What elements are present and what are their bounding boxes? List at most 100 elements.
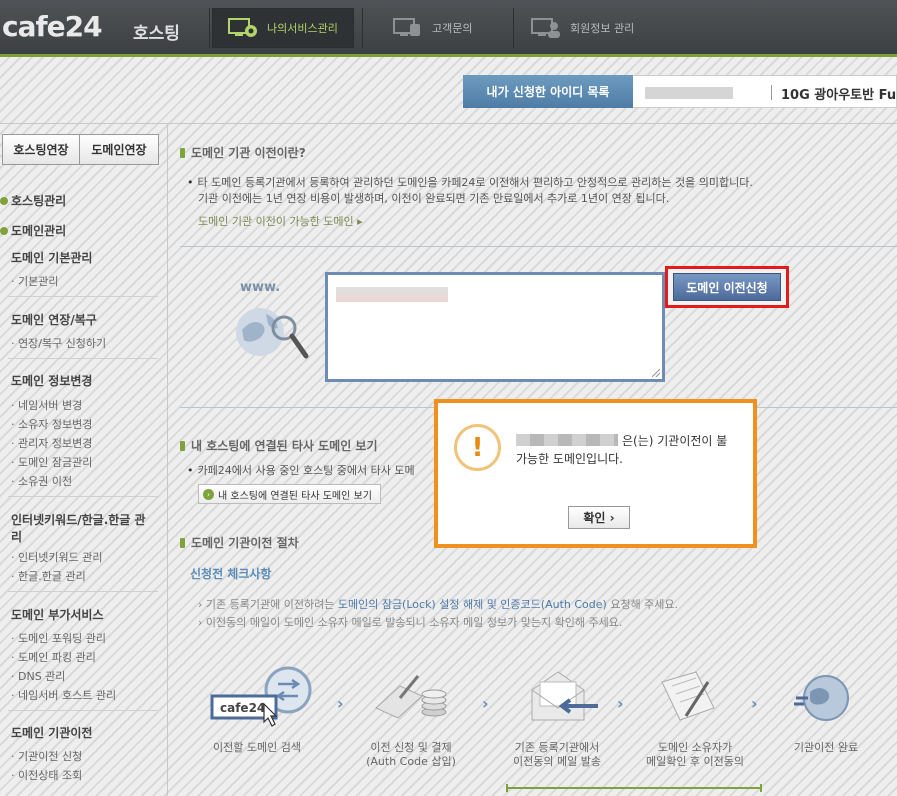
- nav-separator: [362, 8, 363, 48]
- alert-message: 가능한 도메인입니다.: [516, 452, 623, 466]
- linked-domains-title: 내 호스팅에 연결된 타사 도메인 보기: [180, 437, 378, 454]
- link-label: 네임서버 호스트 관리: [18, 689, 117, 702]
- sidebar-group-title[interactable]: 도메인 부가서비스: [11, 607, 151, 624]
- chevron-right-icon: ›: [337, 694, 344, 713]
- button-label: 내 호스팅에 연결된 타사 도메인 보기: [218, 490, 372, 502]
- payment-coins-icon: [370, 668, 450, 724]
- linked-desc: 카페24에서 사용 중인 호스팅 중에서 타사 도메: [187, 462, 415, 478]
- link-label: 기관이전 신청: [18, 750, 83, 763]
- step-line: 이전할 도메인 검색: [213, 741, 301, 754]
- bullet-icon: [180, 440, 185, 451]
- arrow-right-icon: ›: [203, 488, 214, 500]
- link-label: 도메인 포워딩 관리: [18, 632, 106, 645]
- possible-domains-link[interactable]: 도메인 기관 이전이 가능한 도메인 ▸: [198, 213, 363, 229]
- link-label: 소유자 정보변경: [18, 418, 93, 431]
- step-label: 도메인 소유자가 메일확인 후 이전동의: [640, 741, 750, 769]
- step-label: 이전 신청 및 결제 (Auth Code 삽입): [356, 741, 466, 769]
- sidebar-group-title[interactable]: 인터넷키워드/한글.한글 관리: [11, 512, 151, 546]
- divider: [771, 85, 772, 100]
- domain-textarea[interactable]: [325, 272, 665, 382]
- step-line: 기관이전 완료: [793, 741, 859, 754]
- sidebar-link[interactable]: · 이전상태 조회: [11, 767, 82, 783]
- user-monitor-icon: [530, 16, 562, 40]
- bullet-icon: [0, 196, 8, 205]
- tab-domain-renewal[interactable]: 도메인연장: [80, 134, 159, 165]
- nav-customer-inquiry[interactable]: 고객문의: [392, 8, 502, 48]
- link-label: 도메인 잠금관리: [18, 456, 93, 469]
- sidebar-link[interactable]: · DNS 관리: [11, 668, 65, 684]
- step-line: 도메인 소유자가: [657, 741, 733, 754]
- step-line: 이전동의 메일 발송: [513, 755, 601, 768]
- domain-transfer-apply-button[interactable]: 도메인 이전신청: [673, 273, 781, 301]
- sidebar-link[interactable]: · 기본관리: [11, 273, 58, 289]
- svg-text:cafe24: cafe24: [220, 701, 265, 715]
- document-check-icon: [656, 668, 726, 726]
- text: 이전동의 메일이 도메인 소유자 메일로 발송되니 소유자 메일 정보가 맞는지…: [205, 616, 623, 629]
- sidebar-group-title[interactable]: 도메인 기관이전: [11, 725, 151, 742]
- alert-dialog: ! 은(는) 기관이전이 불 가능한 도메인입니다. 확인 ›: [434, 399, 757, 548]
- procedure-title: 도메인 기관이전 절차: [180, 534, 299, 551]
- sidebar-group-title[interactable]: 도메인 기본관리: [11, 250, 151, 267]
- sidebar-link[interactable]: · 네임서버 변경: [11, 397, 82, 413]
- nav-label: 고객문의: [432, 22, 473, 35]
- sidebar-group-title[interactable]: 도메인 정보변경: [11, 373, 151, 390]
- id-list-label[interactable]: 내가 신청한 아이디 목록: [463, 75, 633, 108]
- sidebar-link[interactable]: · 도메인 파킹 관리: [11, 649, 96, 665]
- sidebar-link[interactable]: · 관리자 정보변경: [11, 435, 92, 451]
- id-list-body[interactable]: 10G 광아우토반 Fu: [633, 75, 897, 108]
- product-name: 10G 광아우토반 Fu: [781, 88, 897, 103]
- sidebar-link[interactable]: · 소유자 정보변경: [11, 416, 92, 432]
- sidebar-link[interactable]: · 소유권 이전: [11, 473, 72, 489]
- step-label: 기존 등록기관에서 이전동의 메일 발송: [502, 741, 612, 769]
- chevron-right-icon: ›: [617, 694, 624, 713]
- nav-label: 회원정보 관리: [570, 22, 635, 35]
- chevron-right-icon: ›: [751, 694, 758, 713]
- masked-domain: [336, 287, 448, 302]
- link-label: 관리자 정보변경: [18, 437, 93, 450]
- text: 요청해 주세요.: [606, 598, 679, 611]
- sidebar-section-domain[interactable]: 도메인관리: [0, 222, 66, 239]
- link-label: 인터넷키워드 관리: [18, 551, 103, 564]
- sidebar-link[interactable]: · 연장/복구 신청하기: [11, 335, 106, 351]
- title-text: 도메인 기관이전 절차: [191, 536, 299, 550]
- top-header: cafe24 호스팅 나의서비스관리 고객문의 회원정보 관리: [0, 0, 897, 57]
- nav-member-info[interactable]: 회원정보 관리: [530, 8, 660, 48]
- sidebar-link[interactable]: · 도메인 포워딩 관리: [11, 630, 106, 646]
- view-linked-domains-button[interactable]: › 내 호스팅에 연결된 타사 도메인 보기: [198, 484, 381, 504]
- cafe24-logo[interactable]: cafe24: [2, 10, 103, 43]
- step-label: 기관이전 완료: [776, 741, 876, 755]
- divider: [180, 246, 897, 247]
- logo-subtitle: 호스팅: [133, 24, 180, 44]
- sidebar-section-hosting[interactable]: 호스팅관리: [0, 192, 66, 209]
- warning-icon: !: [454, 424, 501, 471]
- divider: [8, 358, 158, 359]
- progress-bracket: [506, 784, 762, 792]
- intro-line: 기관 이전에는 1년 연장 비용이 발생하며, 이전이 완료되면 기존 만료일에…: [198, 192, 670, 205]
- link-label: 한글.한글 관리: [18, 570, 86, 583]
- sidebar-link[interactable]: · 인터넷키워드 관리: [11, 549, 102, 565]
- sidebar-tabs: 호스팅연장 도메인연장: [2, 134, 159, 165]
- masked-domain: [516, 434, 618, 446]
- nav-my-services[interactable]: 나의서비스관리: [212, 8, 354, 48]
- link-label: 이전상태 조회: [18, 769, 83, 782]
- intro-title: 도메인 기관 이전이란?: [180, 144, 306, 161]
- checklist-line: › 기존 등록기관에 이전하려는 도메인의 잠금(Lock) 설정 해제 및 인…: [198, 598, 679, 611]
- step-line: (Auth Code 삽입): [366, 755, 456, 768]
- tab-hosting-renewal[interactable]: 호스팅연장: [2, 134, 80, 165]
- divider: [8, 296, 158, 297]
- link-label: 도메인 파킹 관리: [18, 651, 96, 664]
- resize-grip-icon[interactable]: [652, 369, 660, 377]
- checklist-line: › 이전동의 메일이 도메인 소유자 메일로 발송되니 소유자 메일 정보가 맞…: [198, 616, 623, 629]
- sidebar: 호스팅연장 도메인연장 호스팅관리 도메인관리 도메인 기본관리 · 기본관리 …: [0, 124, 168, 796]
- divider: [8, 496, 158, 497]
- sidebar-link[interactable]: · 도메인 잠금관리: [11, 454, 92, 470]
- nav-label: 나의서비스관리: [267, 22, 338, 35]
- sidebar-link[interactable]: · 네임서버 호스트 관리: [11, 687, 116, 703]
- sidebar-link[interactable]: · 기관이전 신청: [11, 748, 82, 764]
- globe-complete-icon: [790, 672, 860, 724]
- sidebar-link[interactable]: · 한글.한글 관리: [11, 568, 86, 584]
- globe-search-icon: [232, 300, 312, 362]
- confirm-button[interactable]: 확인 ›: [568, 506, 630, 529]
- text: 기존 등록기관에 이전하려는: [205, 598, 338, 611]
- sidebar-group-title[interactable]: 도메인 연장/복구: [11, 312, 151, 329]
